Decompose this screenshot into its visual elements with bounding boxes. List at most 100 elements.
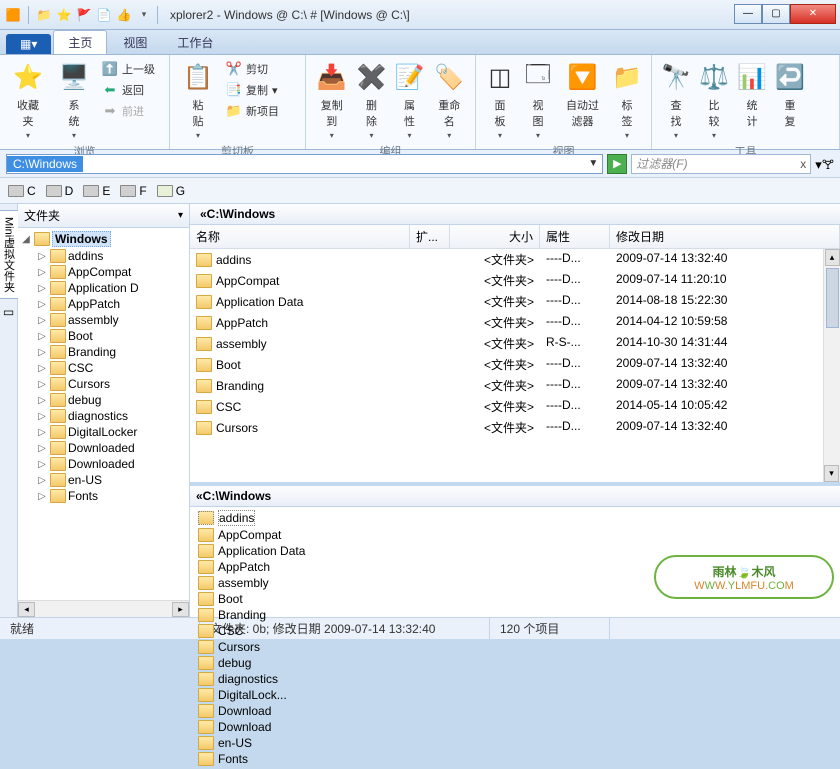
tree-node[interactable]: ▷assembly [18, 312, 189, 328]
tree-node[interactable]: ▷AppCompat [18, 264, 189, 280]
tree-node[interactable]: ▷addins [18, 248, 189, 264]
column-headers[interactable]: 名称 扩... 大小 属性 修改日期 [190, 225, 840, 249]
minimize-button[interactable]: — [734, 4, 762, 24]
bookmark-button[interactable]: 📁标 签 [609, 57, 645, 141]
col-size[interactable]: 大小 [450, 225, 540, 248]
filter-input[interactable]: 过滤器(F)x [631, 154, 811, 174]
sidetab-mini[interactable]: Mini虚拟文件夹 [0, 210, 19, 299]
copy-button[interactable]: 📑复制▾ [222, 80, 283, 100]
tree-node[interactable]: ▷Boot [18, 328, 189, 344]
go-button[interactable]: ▶ [607, 154, 627, 174]
drive-c[interactable]: C [8, 184, 36, 198]
copy-to-button[interactable]: 📥复制 到 [312, 57, 352, 141]
drive-g[interactable]: G [157, 184, 185, 198]
list-vscrollbar[interactable]: ▴▾ [823, 249, 840, 482]
up-button[interactable]: ⬆️上一级 [98, 59, 159, 79]
icon-item[interactable]: Cursors [196, 639, 386, 655]
qat-app-icon[interactable]: 🟧 [4, 6, 22, 24]
tree-node[interactable]: ▷debug [18, 392, 189, 408]
col-date[interactable]: 修改日期 [610, 225, 840, 248]
tree-dropdown-icon[interactable]: ▾ [178, 210, 183, 221]
qat-folder-icon[interactable]: 📁 [35, 6, 53, 24]
address-input[interactable]: C:\Windows ▼ [6, 154, 603, 174]
tree-node[interactable]: ▷Fonts [18, 488, 189, 504]
paste-button[interactable]: 📋粘 贴 [176, 57, 220, 141]
favorites-button[interactable]: ⭐收藏 夹 [6, 57, 50, 141]
tree-node[interactable]: ▷en-US [18, 472, 189, 488]
icon-item[interactable]: Fonts [196, 751, 386, 767]
qat-thumbs-icon[interactable]: 👍 [115, 6, 133, 24]
views-button[interactable]: 🗔视 图 [520, 57, 556, 141]
tree-node[interactable]: ◢Windows [18, 230, 189, 248]
drive-e[interactable]: E [83, 184, 110, 198]
list-row[interactable]: AppCompat<文件夹>----D...2009-07-14 11:20:1… [190, 270, 840, 291]
qat-dropdown-icon[interactable]: ▾ [135, 6, 153, 24]
tree-node[interactable]: ▷CSC [18, 360, 189, 376]
file-tab[interactable]: ▦▾ [6, 34, 51, 54]
icon-item[interactable]: CSC [196, 623, 386, 639]
icon-item[interactable]: Boot [196, 591, 386, 607]
file-list-pane[interactable]: ▴▾ addins<文件夹>----D...2009-07-14 13:32:4… [190, 249, 840, 482]
drive-f[interactable]: F [120, 184, 146, 198]
stats-button[interactable]: 📊统 计 [734, 57, 770, 129]
col-name[interactable]: 名称 [190, 225, 410, 248]
icon-item[interactable]: Branding [196, 607, 386, 623]
folder-tree[interactable]: ◢Windows▷addins▷AppCompat▷Application D▷… [18, 228, 189, 600]
tab-workbench[interactable]: 工作台 [163, 31, 227, 54]
filter-clear-icon[interactable]: x [800, 157, 806, 171]
icon-item[interactable]: Application Data [196, 543, 386, 559]
delete-button[interactable]: ✖️删 除 [354, 57, 390, 141]
icon-item[interactable]: debug [196, 655, 386, 671]
close-button[interactable]: ✕ [790, 4, 836, 24]
tab-home[interactable]: 主页 [53, 30, 107, 54]
list-row[interactable]: Application Data<文件夹>----D...2014-08-18 … [190, 291, 840, 312]
qat-star-icon[interactable]: ⭐ [55, 6, 73, 24]
new-item-button[interactable]: 📁新项目 [222, 101, 283, 121]
icon-item[interactable]: en-US [196, 735, 386, 751]
qat-doc-icon[interactable]: 📄 [95, 6, 113, 24]
icon-item[interactable]: AppCompat [196, 527, 386, 543]
sidetab-icon[interactable]: ▭ [3, 305, 14, 319]
list-row[interactable]: assembly<文件夹>R-S-...2014-10-30 14:31:44 [190, 333, 840, 354]
cut-button[interactable]: ✂️剪切 [222, 59, 283, 79]
tree-hscrollbar[interactable]: ◂▸ [18, 600, 189, 617]
tree-node[interactable]: ▷Downloaded [18, 440, 189, 456]
tree-node[interactable]: ▷diagnostics [18, 408, 189, 424]
tree-node[interactable]: ▷Cursors [18, 376, 189, 392]
filter-funnel-icon[interactable]: ▾🝖 [815, 151, 834, 177]
list-row[interactable]: Branding<文件夹>----D...2009-07-14 13:32:40 [190, 375, 840, 396]
back-button[interactable]: ⬅返回 [98, 80, 159, 100]
tree-node[interactable]: ▷AppPatch [18, 296, 189, 312]
rename-button[interactable]: 🏷️重命 名 [430, 57, 470, 141]
list-row[interactable]: CSC<文件夹>----D...2014-05-14 10:05:42 [190, 396, 840, 417]
tree-node[interactable]: ▷Branding [18, 344, 189, 360]
qat-flag-icon[interactable]: 🚩 [75, 6, 93, 24]
redo-button[interactable]: ↩️重 复 [772, 57, 808, 129]
properties-button[interactable]: 📝属 性 [392, 57, 428, 141]
icon-item[interactable]: addins [196, 509, 386, 527]
col-attr[interactable]: 属性 [540, 225, 610, 248]
list-row[interactable]: Boot<文件夹>----D...2009-07-14 13:32:40 [190, 354, 840, 375]
tree-node[interactable]: ▷Downloaded [18, 456, 189, 472]
icon-item[interactable]: assembly [196, 575, 386, 591]
tree-node[interactable]: ▷Application D [18, 280, 189, 296]
panel-button[interactable]: ◫面 板 [482, 57, 518, 141]
drive-d[interactable]: D [46, 184, 74, 198]
compare-button[interactable]: ⚖️比 较 [696, 57, 732, 141]
address-dropdown-icon[interactable]: ▼ [584, 158, 602, 169]
list-row[interactable]: AppPatch<文件夹>----D...2014-04-12 10:59:58 [190, 312, 840, 333]
system-button[interactable]: 🖥️系 统 [52, 57, 96, 141]
autofilter-button[interactable]: 🔽自动过 滤器 [558, 57, 607, 129]
tree-node[interactable]: ▷DigitalLocker [18, 424, 189, 440]
list-row[interactable]: Cursors<文件夹>----D...2009-07-14 13:32:40 [190, 417, 840, 438]
icon-item[interactable]: DigitalLock... [196, 687, 386, 703]
maximize-button[interactable]: ▢ [762, 4, 790, 24]
list-row[interactable]: addins<文件夹>----D...2009-07-14 13:32:40 [190, 249, 840, 270]
tab-view[interactable]: 视图 [109, 31, 161, 54]
icon-item[interactable]: diagnostics [196, 671, 386, 687]
find-button[interactable]: 🔭查 找 [658, 57, 694, 141]
icon-item[interactable]: AppPatch [196, 559, 386, 575]
forward-button[interactable]: ➡前进 [98, 101, 159, 121]
col-ext[interactable]: 扩... [410, 225, 450, 248]
icon-item[interactable]: Download [196, 703, 386, 719]
